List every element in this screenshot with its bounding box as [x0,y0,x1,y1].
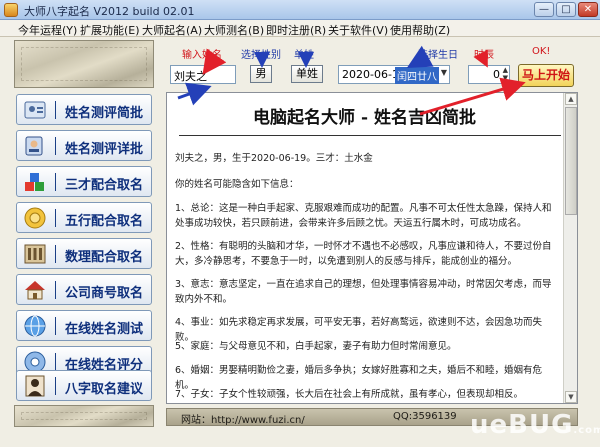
close-button[interactable]: ✕ [578,2,598,17]
nav-label: 姓名测评详批 [65,142,144,157]
result-document: 电脑起名大师 - 姓名吉凶简批 刘夫之，男，生于2020-06-19。三才：土水… [166,92,578,404]
hint-select-gender: 选择性别 [241,50,281,61]
minimize-button[interactable]: — [534,2,554,17]
portrait-icon [25,375,45,397]
nav-divider [55,101,56,119]
menu-yearly-fortune[interactable]: 今年运程(Y) [18,22,77,38]
title-divider [179,135,561,136]
nav-divider [55,377,56,395]
result-item: 5、家庭：与父母意见不和，白手起家，妻子有助力但时常闹意见。 [175,341,457,352]
hour-value: 0 [493,68,500,81]
watermark-sub: .com [573,425,600,436]
person-card-icon [24,101,46,119]
hint-enter-name: 输入姓名 [182,50,222,61]
nav-five-elements-naming[interactable]: 五行配合取名 [16,202,152,233]
scroll-thumb[interactable] [565,107,577,215]
nav-label: 公司商号取名 [65,286,144,301]
nav-label: 数理配合取名 [65,250,144,265]
house-icon [25,281,45,300]
lead-line: 你的姓名可能隐含如下信息： [175,179,299,190]
start-button[interactable]: 马上开始 [518,64,574,87]
birthday-picker[interactable]: 2020-06-19 闰四廿八 ▼ [338,65,450,84]
menu-help[interactable]: 使用帮助(Z) [390,22,450,38]
nav-label: 在线姓名测试 [65,322,144,337]
menu-extensions[interactable]: 扩展功能(E) [80,22,140,38]
menu-master-testing[interactable]: 大师测名(B) [204,22,264,38]
nav-online-name-test[interactable]: 在线姓名测试 [16,310,152,341]
footer-website: 网站：http://www.fuzi.cn/ [181,415,305,426]
menu-bar: 今年运程(Y) 扩展功能(E) 大师起名(A) 大师测名(B) 即时注册(R) … [0,20,600,37]
footer-qq: QQ:3596139 [393,411,457,422]
stepper-up-icon[interactable]: ▲ [503,66,508,74]
intro-line: 刘夫之，男，生于2020-06-19。三才：土水金 [175,153,373,164]
gender-toggle[interactable]: 男 [250,65,272,83]
vertical-scrollbar[interactable]: ▲ ▼ [563,93,577,403]
hint-single-surname: 单姓 [294,50,314,61]
nav-divider [55,317,56,335]
nav-company-naming[interactable]: 公司商号取名 [16,274,152,305]
landscape-painting-bottom [14,405,154,427]
nav-divider [55,245,56,263]
menu-about[interactable]: 关于软件(V) [328,22,388,38]
nav-label: 八字取名建议 [65,382,144,397]
hour-stepper[interactable]: 0 ▲ ▼ [468,65,510,84]
nav-label: 五行配合取名 [65,214,144,229]
landscape-painting-top [14,40,154,88]
menu-master-naming[interactable]: 大师起名(A) [142,22,202,38]
menu-register[interactable]: 即时注册(R) [266,22,326,38]
title-bar: 大师八字起名 V2012 build 02.01 — □ ✕ [0,0,600,20]
nav-numerology-naming[interactable]: 数理配合取名 [16,238,152,269]
window-title: 大师八字起名 V2012 build 02.01 [24,5,195,18]
surname-type-toggle[interactable]: 单姓 [291,65,323,83]
app-icon [4,3,18,17]
scroll-up-icon[interactable]: ▲ [565,93,577,105]
nav-name-brief-review[interactable]: 姓名测评简批 [16,94,152,125]
name-input[interactable]: 刘夫之 [170,65,236,84]
result-item: 2、性格：有聪明的头脑和才华，一时怀才不遇也不必感叹，凡事应谦和待人，不要过份自… [175,241,552,267]
coins-icon [24,207,46,229]
hint-hour: 时辰 [474,50,494,61]
hint-select-birthday: 选择生日 [418,50,458,61]
chevron-down-icon: ▼ [440,68,447,77]
result-item: 1、总论：这是一种白手起家、克服艰难而成功的配置。凡事不可太任性太急躁，保持人和… [175,203,552,229]
result-item: 3、意志：意志坚定，一直在追求自己的理想，但处理事情容易冲动，时常因欠考虑，而导… [175,279,552,305]
maximize-button[interactable]: □ [556,2,576,17]
nav-label: 姓名测评简批 [65,106,144,121]
result-item: 7、子女：子女个性较顽强，长大后在社会上有所成就，虽有孝心，但表现却相反。 [175,389,524,400]
nav-divider [55,137,56,155]
nav-divider [55,281,56,299]
nav-bazi-naming-advice[interactable]: 八字取名建议 [16,370,152,401]
lunar-date-text: 闰四廿八 [395,67,439,84]
nav-three-talents-naming[interactable]: 三才配合取名 [16,166,152,197]
nav-name-detailed-review[interactable]: 姓名测评详批 [16,130,152,161]
nav-divider [55,173,56,191]
cubes-icon [25,173,44,191]
abacus-icon [24,244,46,264]
stepper-down-icon[interactable]: ▼ [503,74,508,82]
watermark-main: ueBUG [470,410,574,440]
nav-divider [55,353,56,371]
hint-ok: OK! [532,46,551,57]
document-title: 电脑起名大师 - 姓名吉凶简批 [253,108,476,128]
scroll-down-icon[interactable]: ▼ [565,391,577,403]
nav-divider [55,209,56,227]
watermark-logo: ueBUG.com [470,410,600,440]
nav-label: 三才配合取名 [65,178,144,193]
globe-icon [24,315,46,337]
id-card-icon [25,136,43,156]
